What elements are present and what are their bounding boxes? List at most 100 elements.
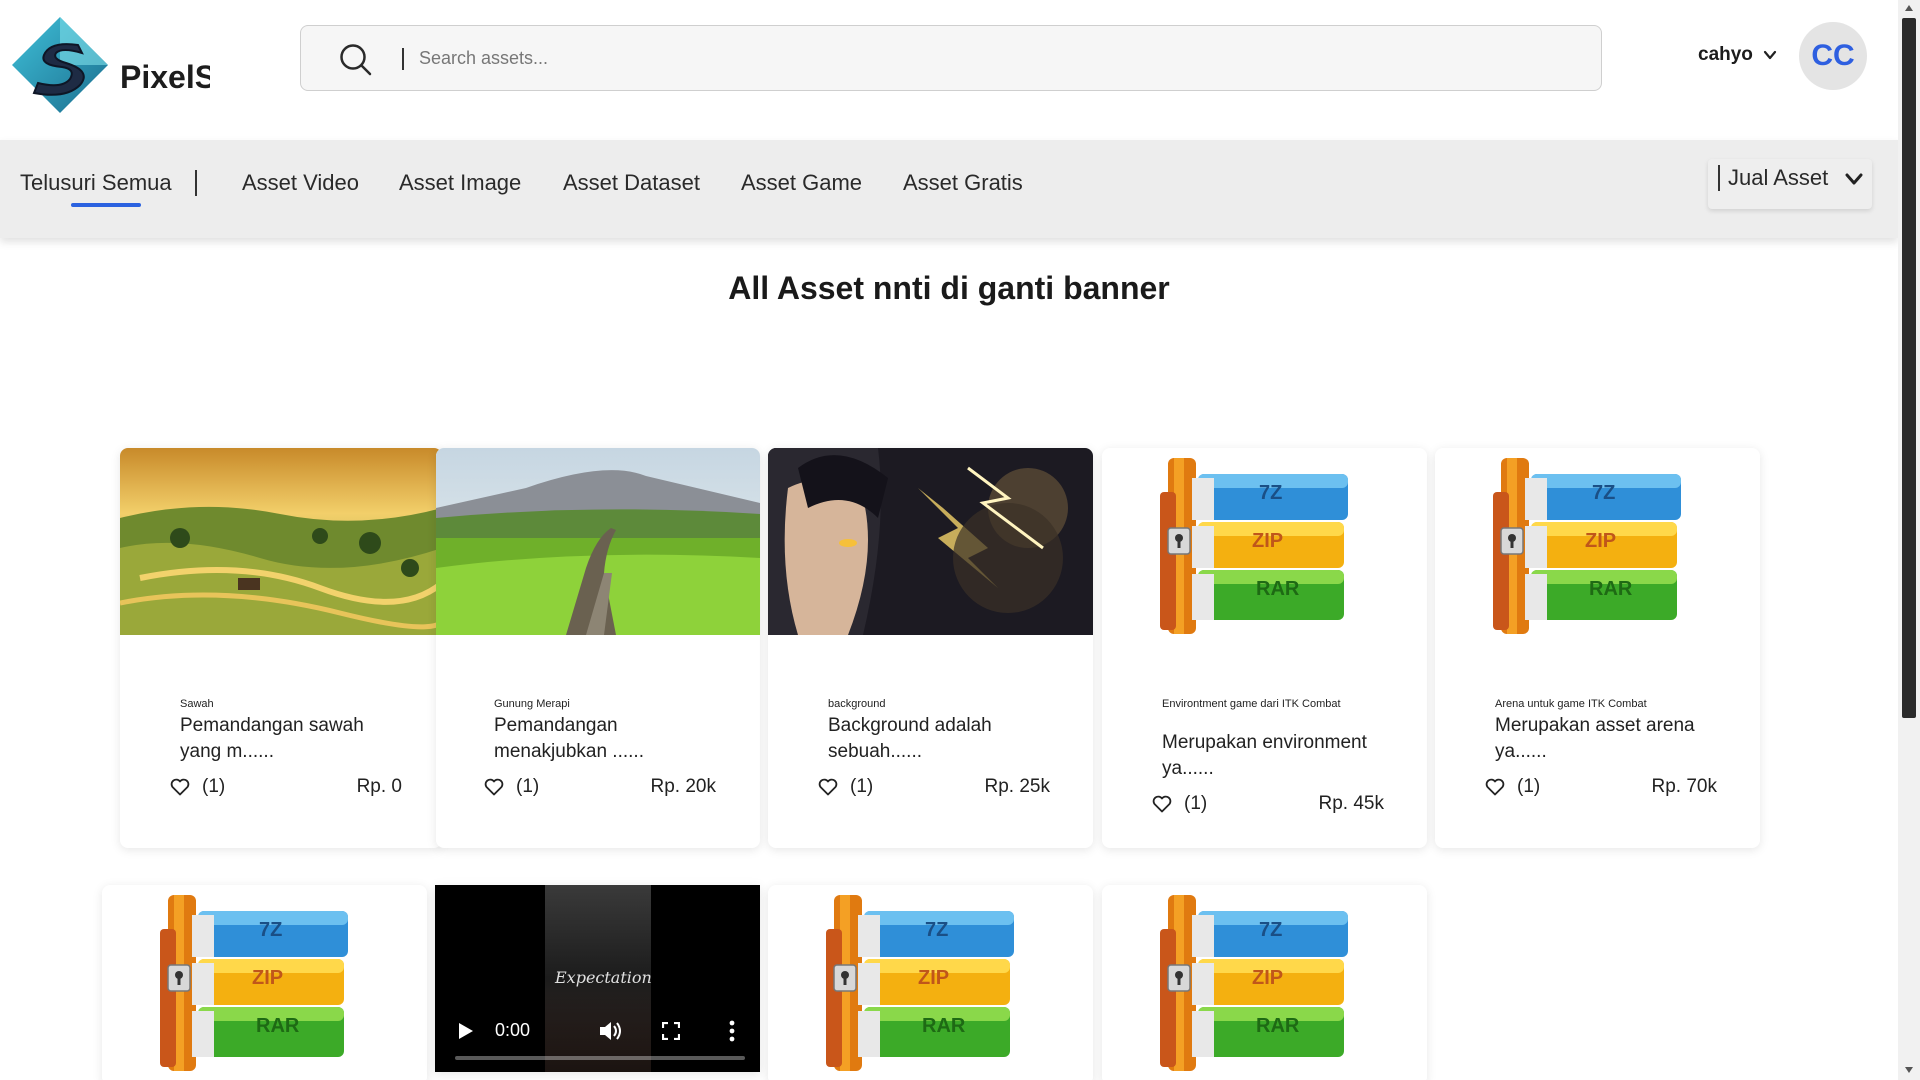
asset-price: Rp. 70k	[1651, 776, 1717, 797]
asset-thumbnail[interactable]	[120, 448, 442, 635]
asset-category: Environtment game dari ITK Combat	[1162, 698, 1341, 710]
asset-title: Merupakan environment ya......	[1162, 732, 1367, 779]
user-name: cahyo	[1698, 44, 1753, 65]
nav-divider	[195, 170, 197, 196]
avatar[interactable]: CC	[1799, 22, 1867, 90]
active-tab-indicator	[71, 203, 141, 207]
archive-label-7z: 7Z	[925, 919, 949, 941]
asset-card[interactable]: 7Z ZIP RAR	[768, 885, 1093, 1080]
fullscreen-icon[interactable]	[662, 1022, 680, 1040]
like-button[interactable]: (1)	[818, 776, 873, 798]
like-count: (1)	[202, 776, 226, 797]
asset-thumbnail[interactable]: 7Z ZIP RAR	[1435, 448, 1760, 635]
asset-price: Rp. 0	[356, 776, 402, 797]
tab-telusuri-semua[interactable]: Telusuri Semua	[20, 170, 172, 196]
asset-card[interactable]: Gunung Merapi Pemandangan menakjubkan ..…	[436, 448, 760, 848]
asset-card[interactable]: 7Z ZIP RAR	[1102, 885, 1427, 1080]
like-count: (1)	[1517, 776, 1541, 797]
video-time: 0:00	[495, 1020, 531, 1040]
user-menu[interactable]: cahyo	[1698, 44, 1777, 66]
archive-label-zip: ZIP	[252, 967, 284, 989]
asset-card[interactable]: 7Z ZIP RAR	[102, 885, 427, 1080]
like-count: (1)	[1184, 793, 1208, 814]
video-caption: Expectation	[555, 968, 652, 987]
asset-title: Pemandangan menakjubkan ......	[494, 715, 644, 762]
heart-icon	[1152, 795, 1172, 813]
search-divider	[402, 48, 404, 70]
asset-card[interactable]: background Background adalah sebuah.....…	[768, 448, 1093, 848]
like-count: (1)	[850, 776, 874, 797]
tab-asset-image[interactable]: Asset Image	[399, 170, 521, 196]
video-player[interactable]: Expectation 0:00	[435, 885, 760, 1072]
asset-card[interactable]: 7Z ZIP RAR Arena untuk game ITK Combat M…	[1435, 448, 1760, 848]
page-scrollbar[interactable]	[1898, 0, 1920, 1080]
more-options-icon[interactable]	[729, 1020, 735, 1042]
search-input[interactable]	[419, 40, 1519, 76]
archive-label-7z: 7Z	[259, 919, 283, 941]
archive-label-zip: ZIP	[1252, 967, 1284, 989]
scroll-up-icon[interactable]	[1904, 4, 1914, 12]
asset-title: Pemandangan sawah yang m......	[180, 715, 364, 762]
scrollbar-thumb[interactable]	[1902, 18, 1916, 718]
scroll-down-icon[interactable]	[1904, 1066, 1914, 1074]
archive-label-7z: 7Z	[1259, 919, 1283, 941]
heart-icon	[484, 778, 504, 796]
like-button[interactable]: (1)	[484, 776, 539, 798]
asset-title: Merupakan asset arena ya......	[1495, 715, 1695, 762]
like-count: (1)	[516, 776, 540, 797]
heart-icon	[1485, 778, 1505, 796]
asset-price: Rp. 20k	[650, 776, 716, 797]
chevron-down-icon	[1763, 50, 1777, 60]
asset-thumbnail[interactable]: 7Z ZIP RAR	[768, 885, 1093, 1072]
like-button[interactable]: (1)	[1152, 793, 1207, 815]
archive-label-7z: 7Z	[1592, 482, 1616, 504]
logo-mark-icon	[10, 15, 110, 115]
search-icon[interactable]	[339, 43, 373, 77]
archive-label-zip: ZIP	[918, 967, 950, 989]
asset-thumbnail[interactable]: 7Z ZIP RAR	[1102, 448, 1427, 635]
asset-thumbnail[interactable]	[768, 448, 1093, 635]
tab-asset-gratis[interactable]: Asset Gratis	[903, 170, 1023, 196]
asset-title: Background adalah sebuah......	[828, 715, 992, 762]
category-nav: Telusuri Semua Asset Video Asset Image A…	[0, 140, 1898, 238]
brand-logo[interactable]: PixelS	[10, 15, 210, 115]
heart-icon	[170, 778, 190, 796]
tab-asset-video[interactable]: Asset Video	[242, 170, 359, 196]
archive-label-rar: RAR	[256, 1015, 300, 1037]
asset-category: Arena untuk game ITK Combat	[1495, 698, 1647, 710]
asset-thumbnail[interactable]: 7Z ZIP RAR	[1102, 885, 1427, 1072]
archive-label-7z: 7Z	[1259, 482, 1283, 504]
banner-title: All Asset nnti di ganti banner	[728, 270, 1170, 306]
video-controls: 0:00	[435, 992, 760, 1072]
play-icon[interactable]	[458, 1022, 474, 1040]
asset-price: Rp. 45k	[1318, 793, 1384, 814]
tab-asset-game[interactable]: Asset Game	[741, 170, 862, 196]
asset-category: background	[828, 698, 886, 710]
like-button[interactable]: (1)	[170, 776, 225, 798]
asset-card[interactable]: 7Z ZIP RAR Environtment game dari ITK Co…	[1102, 448, 1427, 848]
archive-label-rar: RAR	[1256, 578, 1300, 600]
like-button[interactable]: (1)	[1485, 776, 1540, 798]
archive-label-rar: RAR	[922, 1015, 966, 1037]
chevron-down-icon	[1845, 173, 1863, 185]
sell-divider	[1718, 165, 1720, 191]
archive-label-rar: RAR	[1589, 578, 1633, 600]
video-progress-bar[interactable]	[455, 1056, 745, 1060]
volume-icon[interactable]	[599, 1020, 623, 1042]
asset-card[interactable]: Sawah Pemandangan sawah yang m...... (1)…	[120, 448, 442, 848]
asset-thumbnail[interactable]	[436, 448, 760, 635]
brand-name: PixelS	[120, 59, 210, 95]
heart-icon	[818, 778, 838, 796]
asset-category: Sawah	[180, 698, 214, 710]
tab-asset-dataset[interactable]: Asset Dataset	[563, 170, 700, 196]
search-bar[interactable]	[300, 25, 1602, 91]
sell-asset-dropdown[interactable]: Jual Asset	[1708, 159, 1872, 209]
asset-price: Rp. 25k	[984, 776, 1050, 797]
sell-asset-label: Jual Asset	[1728, 165, 1829, 190]
archive-label-zip: ZIP	[1252, 530, 1284, 552]
archive-label-zip: ZIP	[1585, 530, 1617, 552]
asset-thumbnail[interactable]: 7Z ZIP RAR	[102, 885, 427, 1072]
asset-category: Gunung Merapi	[494, 698, 570, 710]
archive-label-rar: RAR	[1256, 1015, 1300, 1037]
asset-card-video[interactable]: Expectation 0:00	[435, 885, 760, 1072]
